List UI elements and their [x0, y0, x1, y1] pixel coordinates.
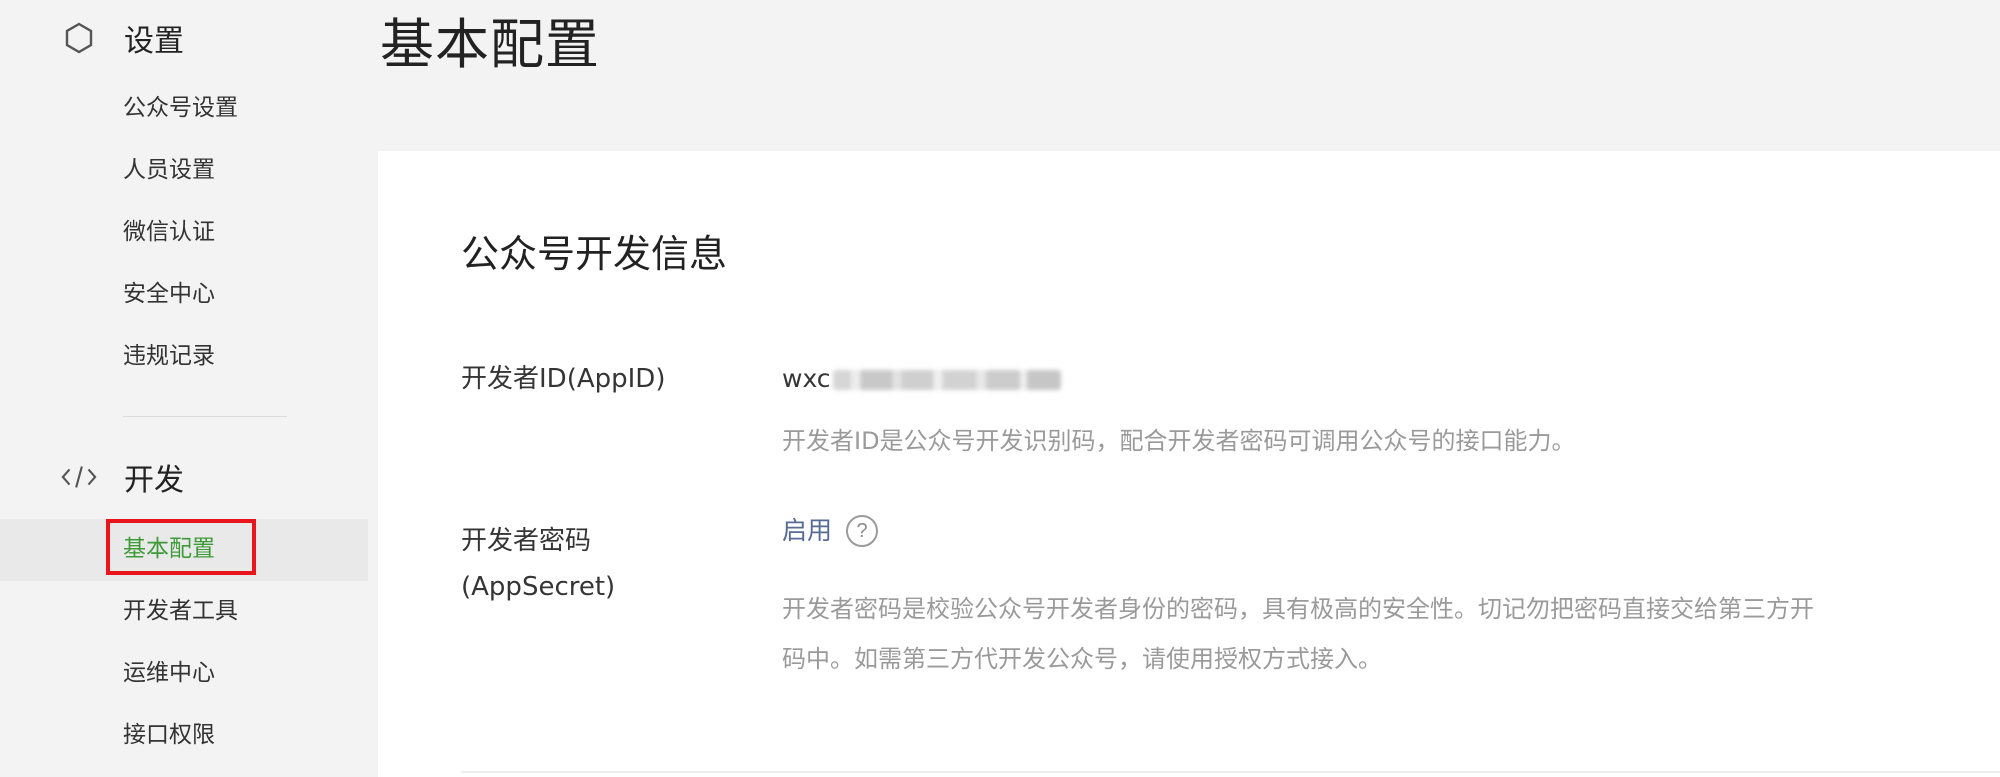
sidebar-item-developer-tools[interactable]: 开发者工具 [123, 600, 238, 623]
section-title: 公众号开发信息 [461, 232, 728, 276]
highlight-box [106, 519, 256, 575]
sidebar: 设置 公众号设置 人员设置 微信认证 安全中心 违规记录 开发 基本配置 开发者… [0, 0, 368, 777]
appsecret-description-line1: 开发者密码是校验公众号开发者身份的密码，具有极高的安全性。切记勿把密码直接交给第… [782, 595, 1814, 623]
sidebar-group-settings: 设置 [60, 16, 184, 60]
question-circle-icon[interactable]: ? [846, 515, 879, 547]
appid-label: 开发者ID(AppID) [461, 364, 666, 394]
gear-icon [60, 19, 98, 57]
appsecret-description-line2: 码中。如需第三方代开发公众号，请使用授权方式接入。 [782, 645, 1382, 673]
enable-appsecret-link[interactable]: 启用 ? [782, 511, 879, 551]
section-divider [461, 771, 2000, 773]
sidebar-divider [123, 416, 287, 417]
content-panel: 公众号开发信息 开发者ID(AppID) wxc 开发者ID是公众号开发识别码，… [378, 151, 2000, 777]
sidebar-item-wechat-verification[interactable]: 微信认证 [123, 221, 215, 244]
appid-value: wxc [782, 359, 1061, 399]
appsecret-label-sub: (AppSecret) [461, 572, 616, 602]
appid-value-prefix: wxc [782, 364, 831, 393]
sidebar-item-account-settings[interactable]: 公众号设置 [123, 97, 238, 120]
appsecret-label: 开发者密码 [461, 526, 592, 556]
page-title: 基本配置 [380, 13, 600, 76]
sidebar-item-api-permissions[interactable]: 接口权限 [123, 724, 215, 747]
sidebar-item-violation-records[interactable]: 违规记录 [123, 345, 215, 368]
enable-link-label: 启用 [782, 516, 833, 545]
sidebar-group-label: 设置 [124, 24, 184, 59]
code-icon [60, 458, 98, 496]
sidebar-item-personnel-settings[interactable]: 人员设置 [123, 159, 215, 182]
sidebar-group-label: 开发 [124, 463, 184, 498]
sidebar-group-develop: 开发 [60, 455, 184, 499]
appid-masked-value [832, 370, 1061, 390]
appid-description: 开发者ID是公众号开发识别码，配合开发者密码可调用公众号的接口能力。 [782, 427, 1576, 455]
sidebar-item-ops-center[interactable]: 运维中心 [123, 662, 215, 685]
sidebar-item-security-center[interactable]: 安全中心 [123, 283, 215, 306]
